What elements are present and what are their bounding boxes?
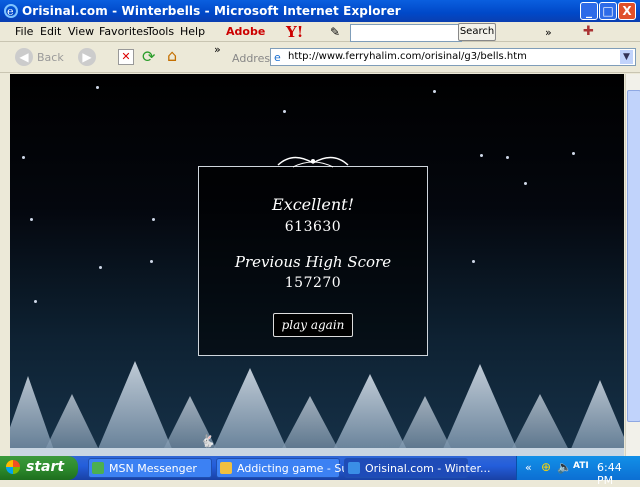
page-left-edge	[0, 74, 10, 456]
close-button[interactable]: X	[618, 2, 636, 20]
tray-arrow-icon[interactable]: «	[525, 461, 532, 474]
stop-icon[interactable]: ✕	[118, 49, 134, 65]
star-icon	[472, 260, 475, 263]
task-msn-messenger[interactable]: MSN Messenger	[88, 458, 212, 478]
star-icon	[22, 156, 25, 159]
page-icon: e	[274, 51, 281, 64]
star-icon	[480, 154, 483, 157]
window-title: Orisinal.com - Winterbells - Microsoft I…	[22, 4, 401, 18]
svg-text:e: e	[7, 5, 14, 18]
star-icon	[283, 110, 286, 113]
star-icon	[34, 300, 37, 303]
windows-logo-icon	[6, 460, 20, 474]
adobe-label[interactable]: Adobe	[226, 25, 265, 38]
forward-icon[interactable]: ▶	[78, 48, 96, 66]
address-url[interactable]: http://www.ferryhalim.com/orisinal/g3/be…	[288, 51, 527, 62]
game-canvas[interactable]: 🐇 Excellent! 613630 Previous High Score …	[10, 74, 624, 456]
task-addicting-game[interactable]: Addicting game - Sup...	[216, 458, 366, 478]
score-dialog: Excellent! 613630 Previous High Score 15…	[198, 156, 428, 356]
star-icon	[96, 86, 99, 89]
yahoo-chevron[interactable]: »	[545, 26, 552, 39]
menu-edit[interactable]: Edit	[40, 25, 61, 38]
scrollbar-thumb[interactable]	[627, 90, 640, 422]
result-message: Excellent!	[272, 195, 354, 214]
ornament-icon	[277, 156, 349, 168]
clock: 6:44 PM	[597, 461, 622, 487]
vertical-scrollbar[interactable]	[625, 74, 640, 456]
menu-file[interactable]: File	[15, 25, 33, 38]
task-orisinal[interactable]: Orisinal.com - Winter...	[344, 458, 491, 478]
start-button[interactable]: start	[0, 456, 78, 480]
menu-help[interactable]: Help	[180, 25, 205, 38]
star-icon	[572, 152, 575, 155]
task-label: Orisinal.com - Winter...	[365, 462, 491, 475]
start-label: start	[26, 459, 65, 475]
toolbar-chevron[interactable]: »	[214, 43, 221, 56]
bunny-icon: 🐇	[200, 434, 215, 448]
star-icon	[524, 182, 527, 185]
menu-favorites[interactable]: Favorites	[99, 25, 149, 38]
volume-icon[interactable]: 🔈	[557, 460, 572, 474]
back-icon[interactable]: ◀	[15, 48, 33, 66]
star-icon	[99, 266, 102, 269]
menu-bar: File Edit View Favorites Tools Help Adob…	[0, 22, 640, 42]
back-label[interactable]: Back	[37, 51, 64, 64]
star-icon	[152, 218, 155, 221]
previous-high-score: 157270	[284, 275, 342, 291]
previous-high-score-label: Previous High Score	[234, 253, 392, 271]
address-field[interactable]: e http://www.ferryhalim.com/orisinal/g3/…	[270, 48, 636, 66]
play-again-button[interactable]: play again	[273, 313, 353, 337]
ie-icon	[348, 462, 360, 474]
snowy-trees	[10, 361, 624, 456]
ie-logo-icon: e	[4, 4, 18, 18]
minimize-button[interactable]: _	[580, 2, 598, 20]
yahoo-search-button[interactable]: Search	[458, 23, 496, 41]
star-icon	[30, 218, 33, 221]
menu-tools[interactable]: Tools	[147, 25, 174, 38]
msn-icon	[92, 462, 104, 474]
star-icon	[150, 260, 153, 263]
refresh-icon[interactable]: ⟳	[142, 47, 155, 66]
title-bar: e Orisinal.com - Winterbells - Microsoft…	[0, 0, 640, 22]
pen-icon[interactable]: ✎	[330, 25, 340, 39]
ie-extra-icon[interactable]: ✚	[583, 24, 594, 39]
ati-icon[interactable]: ATI	[573, 461, 589, 471]
menu-view[interactable]: View	[68, 25, 94, 38]
browser-icon	[220, 462, 232, 474]
star-icon	[433, 90, 436, 93]
system-tray: « ⊕ 🔈 ATI 6:44 PM	[516, 456, 640, 487]
taskbar: start MSN Messenger Addicting game - Sup…	[0, 456, 640, 487]
yahoo-search-input[interactable]	[350, 24, 462, 42]
home-icon[interactable]: ⌂	[167, 46, 177, 65]
yahoo-logo[interactable]: Y!	[286, 23, 303, 41]
star-icon	[506, 156, 509, 159]
current-score: 613630	[284, 219, 342, 235]
maximize-button[interactable]: □	[599, 2, 617, 20]
network-icon[interactable]: ⊕	[541, 460, 551, 474]
address-dropdown-icon[interactable]: ▼	[620, 50, 633, 64]
task-label: MSN Messenger	[109, 462, 197, 475]
